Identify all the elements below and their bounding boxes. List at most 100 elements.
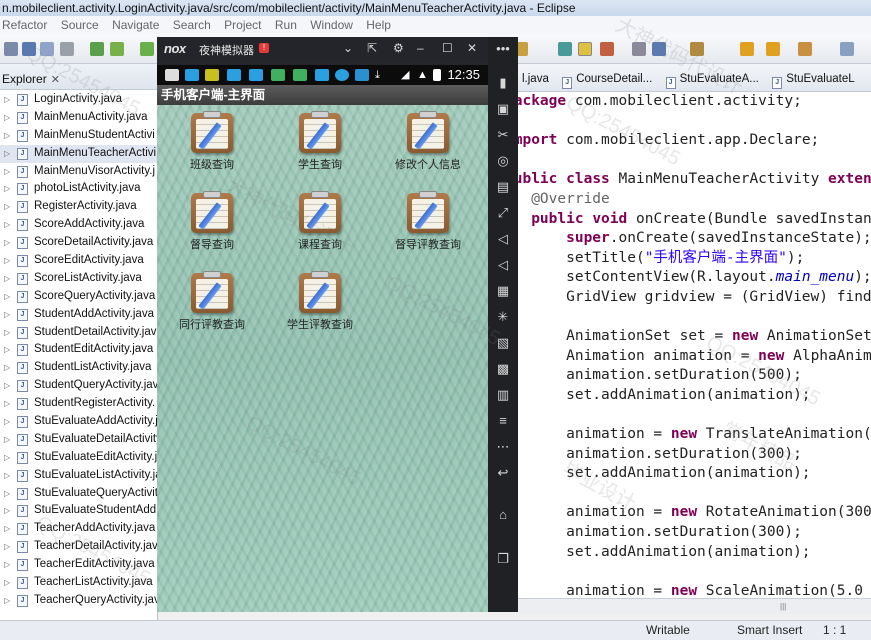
check-icon[interactable] xyxy=(140,42,154,56)
expand-arrow-icon[interactable]: ▷ xyxy=(4,377,10,395)
expand-arrow-icon[interactable]: ▷ xyxy=(4,413,10,431)
file-tree-item[interactable]: ▷ J StudentQueryActivity.jav xyxy=(0,377,157,395)
expand-arrow-icon[interactable]: ▷ xyxy=(4,467,10,485)
expand-arrow-icon[interactable]: ▷ xyxy=(4,145,10,163)
alert-badge[interactable]: ! xyxy=(259,43,269,53)
macro-icon[interactable]: ▧ xyxy=(494,335,512,351)
expand-arrow-icon[interactable]: ▷ xyxy=(4,485,10,503)
close-icon[interactable]: ✕ xyxy=(51,74,60,86)
code-editor[interactable]: package com.mobileclient.activity; impor… xyxy=(518,92,871,598)
expand-arrow-icon[interactable]: ▷ xyxy=(4,341,10,359)
expand-arrow-icon[interactable]: ▷ xyxy=(4,324,10,342)
shake-icon[interactable]: ✳ xyxy=(494,309,512,325)
menu-grid-item[interactable]: 同行评教查询 xyxy=(157,271,267,351)
forward-icon[interactable] xyxy=(766,42,780,56)
more-icon[interactable]: ••• xyxy=(494,41,512,57)
pin-icon[interactable] xyxy=(600,42,614,56)
expand-arrow-icon[interactable]: ▷ xyxy=(4,288,10,306)
menu-grid-item[interactable]: 修改个人信息 xyxy=(373,111,483,191)
expand-arrow-icon[interactable]: ▷ xyxy=(4,502,10,520)
pin-icon[interactable]: ⇱ xyxy=(367,41,377,55)
toggle-mark-icon[interactable] xyxy=(578,42,592,56)
menu-project[interactable]: Project xyxy=(224,16,261,34)
print-icon[interactable] xyxy=(60,42,74,56)
file-tree-item[interactable]: ▷ J TeacherAddActivity.java xyxy=(0,520,157,538)
gear-icon[interactable]: ⚙ xyxy=(393,41,404,55)
file-tree-item[interactable]: ▷ J MainMenuStudentActivi xyxy=(0,127,157,145)
save-all-icon[interactable] xyxy=(40,42,54,56)
save-icon[interactable] xyxy=(22,42,36,56)
multi-instance-icon[interactable]: ▥ xyxy=(494,387,512,403)
file-tree-item[interactable]: ▷ J ScoreQueryActivity.java xyxy=(0,288,157,306)
menu-grid-item[interactable]: 督导评教查询 xyxy=(373,191,483,271)
expand-arrow-icon[interactable]: ▷ xyxy=(4,538,10,556)
expand-arrow-icon[interactable]: ▷ xyxy=(4,163,10,181)
expand-arrow-icon[interactable]: ▷ xyxy=(4,198,10,216)
annotation-icon[interactable] xyxy=(632,42,646,56)
phone-icon[interactable]: ▮ xyxy=(494,75,512,91)
recent-apps-icon[interactable]: ❐ xyxy=(494,551,512,567)
scissors-icon[interactable]: ✂ xyxy=(494,127,512,143)
menu-window[interactable]: Window xyxy=(310,16,353,34)
next-annotation-icon[interactable] xyxy=(652,42,666,56)
menu-grid-item[interactable]: 学生查询 xyxy=(265,111,375,191)
file-tree-item[interactable]: ▷ J MainMenuActivity.java xyxy=(0,109,157,127)
perspective-icon[interactable] xyxy=(840,42,854,56)
file-tree-item[interactable]: ▷ J TeacherDetailActivity.jav xyxy=(0,538,157,556)
horizontal-scrollbar[interactable]: ||| xyxy=(518,598,871,614)
editor-tab[interactable]: J StuEvaluateL xyxy=(768,64,860,90)
volume-down-icon[interactable]: ◁ xyxy=(494,257,512,273)
editor-tab[interactable]: J CourseDetail... xyxy=(558,64,658,90)
menu-icon[interactable]: ≡ xyxy=(494,413,512,429)
expand-arrow-icon[interactable]: ▷ xyxy=(4,216,10,234)
file-tree-item[interactable]: ▷ J ScoreListActivity.java xyxy=(0,270,157,288)
robot-icon[interactable]: ▣ xyxy=(494,101,512,117)
file-tree-item[interactable]: ▷ J MainMenuVisorActivity.j xyxy=(0,163,157,181)
maximize-icon[interactable]: ☐ xyxy=(442,41,453,55)
editor-tab[interactable]: l.java xyxy=(518,64,555,90)
close-icon[interactable]: ✕ xyxy=(467,41,477,55)
file-tree-item[interactable]: ▷ J TeacherListActivity.java xyxy=(0,574,157,592)
chevron-down-icon[interactable]: ⌄ xyxy=(343,41,353,55)
menu-grid-item[interactable]: 督导查询 xyxy=(157,191,267,271)
explorer-tab[interactable]: Explorer ✕ xyxy=(0,64,157,90)
expand-arrow-icon[interactable]: ▷ xyxy=(4,270,10,288)
expand-arrow-icon[interactable]: ▷ xyxy=(4,359,10,377)
device-icon[interactable] xyxy=(110,42,124,56)
expand-arrow-icon[interactable]: ▷ xyxy=(4,520,10,538)
menu-grid-item[interactable]: 班级查询 xyxy=(157,111,267,191)
menu-grid-item[interactable]: 课程查询 xyxy=(265,191,375,271)
file-tree-item[interactable]: ▷ J StudentAddActivity.java xyxy=(0,306,157,324)
fullscreen-icon[interactable]: ⤢ xyxy=(494,205,512,221)
menu-grid-item[interactable]: 学生评教查询 xyxy=(265,271,375,351)
file-tree-item[interactable]: ▷ J StuEvaluateEditActivity.ja xyxy=(0,449,157,467)
file-tree-item[interactable]: ▷ J ScoreAddActivity.java xyxy=(0,216,157,234)
file-tree-item[interactable]: ▷ J TeacherEditActivity.java xyxy=(0,556,157,574)
expand-arrow-icon[interactable]: ▷ xyxy=(4,395,10,413)
expand-arrow-icon[interactable]: ▷ xyxy=(4,556,10,574)
minimize-icon[interactable]: – xyxy=(417,41,424,55)
file-tree-item[interactable]: ▷ J ScoreDetailActivity.java xyxy=(0,234,157,252)
menu-source[interactable]: Source xyxy=(61,16,99,34)
screen-icon[interactable]: ▤ xyxy=(494,179,512,195)
file-tree-item[interactable]: ▷ J MainMenuTeacherActivi xyxy=(0,144,157,163)
last-edit-icon[interactable] xyxy=(690,42,704,56)
file-tree-item[interactable]: ▷ J StuEvaluateStudentAdd xyxy=(0,502,157,520)
file-tree-item[interactable]: ▷ J StuEvaluateListActivity.ja xyxy=(0,467,157,485)
file-tree-item[interactable]: ▷ J StudentRegisterActivity. xyxy=(0,395,157,413)
expand-arrow-icon[interactable]: ▷ xyxy=(4,574,10,592)
expand-arrow-icon[interactable]: ▷ xyxy=(4,592,10,610)
volume-up-icon[interactable]: ◁ xyxy=(494,231,512,247)
file-tree-item[interactable]: ▷ J TeacherQueryActivity.jav xyxy=(0,592,157,610)
expand-arrow-icon[interactable]: ▷ xyxy=(4,449,10,467)
expand-arrow-icon[interactable]: ▷ xyxy=(4,91,10,109)
expand-arrow-icon[interactable]: ▷ xyxy=(4,306,10,324)
file-tree-item[interactable]: ▷ J StudentDetailActivity.jav xyxy=(0,324,157,342)
back-icon[interactable] xyxy=(740,42,754,56)
record-icon[interactable]: ▩ xyxy=(494,361,512,377)
expand-arrow-icon[interactable]: ▷ xyxy=(4,180,10,198)
file-tree-item[interactable]: ▷ J StuEvaluateDetailActivity xyxy=(0,431,157,449)
menu-run[interactable]: Run xyxy=(275,16,297,34)
file-tree-item[interactable]: ▷ J StudentListActivity.java xyxy=(0,359,157,377)
expand-arrow-icon[interactable]: ▷ xyxy=(4,127,10,145)
